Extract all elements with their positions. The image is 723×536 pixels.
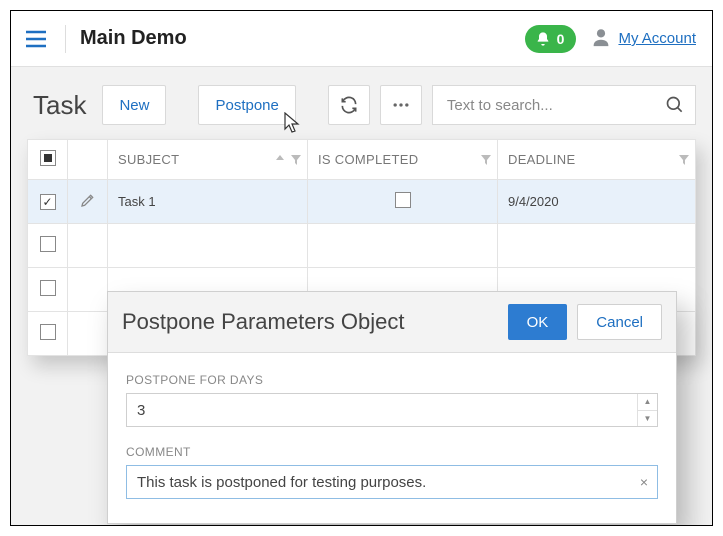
subject-cell: Task 1	[108, 180, 308, 224]
search-box[interactable]	[432, 85, 696, 125]
postpone-dialog: Postpone Parameters Object OK Cancel POS…	[107, 291, 677, 524]
dialog-title: Postpone Parameters Object	[122, 309, 508, 335]
ellipsis-icon	[391, 95, 411, 115]
checkbox-empty-icon[interactable]	[40, 324, 56, 340]
new-button[interactable]: New	[102, 85, 166, 125]
search-input[interactable]	[445, 96, 665, 115]
select-all-header[interactable]	[28, 140, 68, 180]
comment-input-wrap: ×	[126, 465, 658, 499]
search-icon[interactable]	[665, 95, 685, 115]
row-select-cell[interactable]	[28, 312, 68, 356]
my-account-link[interactable]: My Account	[618, 30, 696, 47]
top-bar: Main Demo 0 My Account	[11, 11, 712, 67]
checkbox-empty-icon[interactable]	[40, 236, 56, 252]
comment-input[interactable]	[127, 474, 631, 491]
deadline-cell: 9/4/2020	[498, 180, 696, 224]
ok-button[interactable]: OK	[508, 304, 568, 340]
refresh-button[interactable]	[328, 85, 370, 125]
refresh-icon	[339, 95, 359, 115]
days-input[interactable]	[127, 394, 637, 426]
clear-icon[interactable]: ×	[631, 474, 657, 490]
checkbox-checked-icon[interactable]	[40, 194, 56, 210]
postpone-button-label: Postpone	[215, 97, 278, 114]
subject-column-header[interactable]: SUBJECT	[108, 140, 308, 180]
completed-cell[interactable]	[308, 180, 498, 224]
checkbox-empty-icon[interactable]	[395, 192, 411, 208]
divider	[65, 25, 66, 53]
deadline-column-header[interactable]: DEADLINE	[498, 140, 696, 180]
toolbar: Task New Postpone	[11, 67, 712, 139]
completed-header-label: IS COMPLETED	[318, 152, 418, 167]
edit-column-header	[68, 140, 108, 180]
postpone-button[interactable]: Postpone	[198, 85, 295, 125]
days-label: POSTPONE FOR DAYS	[126, 373, 658, 387]
table-row[interactable]: Task 1 9/4/2020	[28, 180, 696, 224]
row-select-cell[interactable]	[28, 268, 68, 312]
filter-icon[interactable]	[679, 155, 689, 165]
mouse-cursor-icon	[283, 112, 301, 134]
notifications-count: 0	[557, 31, 565, 47]
filter-icon[interactable]	[291, 155, 301, 165]
row-select-cell[interactable]	[28, 180, 68, 224]
user-icon[interactable]	[590, 26, 612, 51]
pencil-icon	[80, 192, 96, 208]
days-spinner: ▲ ▼	[637, 394, 657, 426]
checkbox-empty-icon[interactable]	[40, 280, 56, 296]
app-title: Main Demo	[80, 27, 187, 50]
filter-icon[interactable]	[481, 155, 491, 165]
notifications-badge[interactable]: 0	[525, 25, 577, 53]
table-row[interactable]	[28, 224, 696, 268]
menu-icon[interactable]	[21, 30, 51, 48]
comment-label: COMMENT	[126, 445, 658, 459]
dialog-header: Postpone Parameters Object OK Cancel	[108, 292, 676, 353]
checkbox-indeterminate-icon[interactable]	[40, 150, 56, 166]
cancel-button[interactable]: Cancel	[577, 304, 662, 340]
days-input-wrap: ▲ ▼	[126, 393, 658, 427]
deadline-header-label: DEADLINE	[508, 152, 575, 167]
row-edit-cell[interactable]	[68, 180, 108, 224]
subject-header-label: SUBJECT	[118, 152, 179, 167]
spinner-up-icon[interactable]: ▲	[638, 394, 657, 411]
more-button[interactable]	[380, 85, 422, 125]
row-select-cell[interactable]	[28, 224, 68, 268]
page-title: Task	[33, 90, 86, 121]
sort-asc-icon[interactable]	[275, 155, 285, 165]
spinner-down-icon[interactable]: ▼	[638, 411, 657, 427]
bell-icon	[535, 31, 551, 47]
completed-column-header[interactable]: IS COMPLETED	[308, 140, 498, 180]
